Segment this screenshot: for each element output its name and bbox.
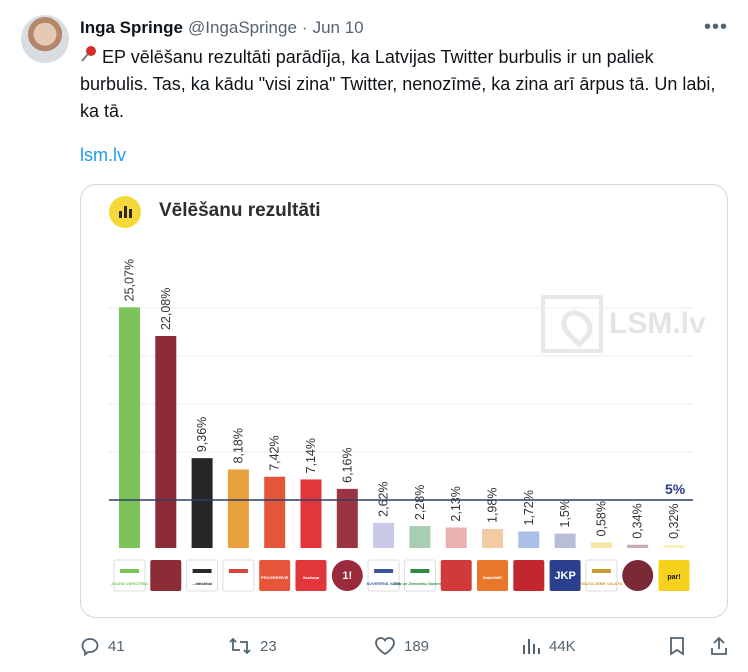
data-label: 0,34%: [631, 503, 645, 538]
party-logo: [222, 559, 255, 592]
data-label: 7,42%: [268, 435, 282, 470]
like-count: 189: [404, 637, 430, 655]
media-card[interactable]: Vēlēšanu rezultāti LSM.lv 25,07% 22,08% 9,…: [80, 184, 728, 618]
party-logo-label: 1!: [342, 570, 352, 582]
chart-bar: [663, 544, 685, 548]
like-button[interactable]: 189: [374, 636, 429, 656]
chart-bar: [554, 533, 576, 548]
party-logo: [440, 560, 472, 591]
data-label: 7,14%: [304, 438, 318, 473]
data-label: 1,5%: [558, 499, 572, 527]
party-logo-label: PROGRESĪVIE: [261, 575, 289, 580]
party-logo: [113, 559, 146, 592]
party-logo-mark: [120, 569, 139, 573]
data-label: 0,58%: [594, 501, 608, 536]
party-logo: [367, 559, 400, 592]
chart-bar: [373, 522, 395, 548]
data-label: 9,36%: [195, 417, 209, 452]
party-logo: [622, 560, 654, 591]
chart-bar: [300, 479, 322, 548]
views-icon: [523, 639, 540, 654]
tweet-text: EP vēlēšanu rezultāti parādīja, ka Latvi…: [80, 44, 720, 125]
reply-icon: [81, 638, 99, 656]
tweet-body: EP vēlēšanu rezultāti parādīja, ka Latvi…: [80, 47, 716, 121]
chart-bar: [482, 528, 503, 548]
threshold-label: 5%: [665, 481, 686, 497]
chart-bar: [409, 526, 431, 548]
party-logo-label: JAUNĀ VIENOTĪBA: [111, 581, 148, 586]
party-logo: [403, 559, 436, 592]
retweet-count: 23: [260, 637, 277, 655]
article-link[interactable]: lsm.lv: [80, 145, 126, 166]
views-button[interactable]: 44K: [521, 636, 576, 656]
party-logo-mark: [192, 569, 212, 573]
data-label: 1,72%: [522, 490, 536, 525]
pushpin-icon: [80, 44, 98, 71]
separator-dot: ·: [301, 18, 308, 37]
data-label: 6,16%: [340, 447, 354, 482]
chart-bar: [627, 544, 649, 548]
data-label: 8,18%: [231, 428, 245, 463]
chart-bar: [119, 307, 140, 548]
party-logo: [186, 559, 219, 592]
chart-bar: [336, 488, 358, 548]
chart-bar: [264, 476, 286, 548]
party-logo-label: Saskaņa: [303, 575, 320, 580]
data-label: 22,08%: [159, 288, 173, 330]
author-handle[interactable]: @IngaSpringe: [188, 18, 297, 38]
data-label: 25,07%: [123, 259, 137, 301]
party-logo-mark: [374, 569, 394, 573]
party-logo: [585, 559, 618, 592]
tweet-header: Inga Springe @IngaSpringe · Jun 10: [80, 18, 364, 38]
chart-bar: [155, 336, 177, 548]
chart-bar: [590, 542, 612, 548]
data-label: 2,62%: [377, 481, 391, 516]
chart-bar: [445, 527, 467, 548]
avatar[interactable]: [21, 15, 69, 63]
share-icon: [711, 636, 727, 655]
party-logo-label: TAUTA ZEME VALSTS: [581, 581, 623, 586]
data-label: 2,28%: [413, 485, 427, 520]
party-logo-label: JKP: [554, 570, 575, 582]
retweet-button[interactable]: 23: [228, 636, 277, 656]
author-name[interactable]: Inga Springe: [80, 18, 183, 38]
tweet-date[interactable]: Jun 10: [313, 18, 364, 38]
chart-bar: [191, 458, 213, 548]
retweet-icon: [229, 637, 251, 655]
data-label: 1,98%: [486, 488, 500, 523]
views-count: 44K: [549, 637, 576, 655]
party-logo-mark: [591, 569, 611, 573]
party-logo: [150, 560, 182, 591]
bookmark-icon: [670, 637, 684, 656]
party-logo-label: ...attīstībai: [192, 581, 212, 586]
more-horizontal-icon[interactable]: •••: [704, 16, 728, 39]
party-logo: [513, 560, 545, 591]
results-chart: 25,07% 22,08% 9,36% 8,18% 7,42% 7,14% 6,16% 2,6…: [109, 259, 693, 592]
party-logo-label: Zaļo un Zemnieku Savienība: [393, 581, 448, 586]
data-label: 2,13%: [449, 486, 463, 521]
party-logo-label: par!: [667, 574, 680, 581]
bookmark-button[interactable]: [667, 636, 687, 661]
reply-count: 41: [108, 637, 125, 655]
reply-button[interactable]: 41: [80, 636, 125, 656]
chart-bar: [227, 469, 249, 548]
party-logo-mark: [410, 569, 430, 573]
party-logo-label: StabiliātE!: [483, 575, 503, 580]
share-button[interactable]: [709, 636, 729, 661]
heart-icon: [375, 637, 395, 656]
data-label: 0,32%: [667, 503, 681, 538]
party-logo-mark: [228, 569, 248, 573]
chart-bar: [518, 531, 540, 548]
